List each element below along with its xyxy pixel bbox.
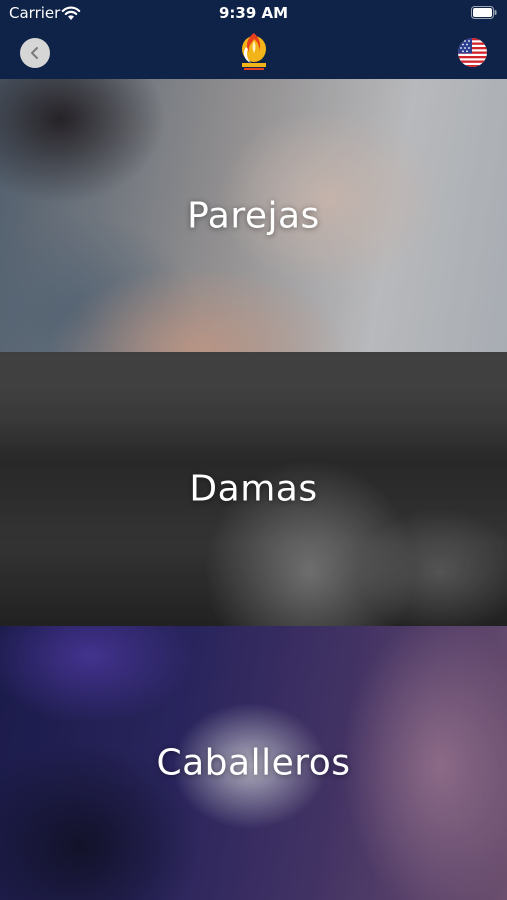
navigation-bar <box>0 27 507 79</box>
tile-damas[interactable]: Damas <box>0 352 507 626</box>
back-button[interactable] <box>20 38 50 68</box>
language-flag-button[interactable] <box>458 38 487 67</box>
tile-label: Caballeros <box>156 742 351 784</box>
battery-icon <box>471 6 497 19</box>
clock: 9:39 AM <box>218 4 289 22</box>
chevron-left-icon <box>31 47 38 59</box>
tile-caballeros[interactable]: Caballeros <box>0 626 507 900</box>
tile-parejas[interactable]: Parejas <box>0 79 507 352</box>
tile-label: Parejas <box>187 195 320 236</box>
status-bar: Carrier 9:39 AM <box>0 0 507 27</box>
church-flame-logo <box>242 33 266 70</box>
us-flag-icon <box>458 38 487 67</box>
tile-label: Damas <box>189 468 318 510</box>
